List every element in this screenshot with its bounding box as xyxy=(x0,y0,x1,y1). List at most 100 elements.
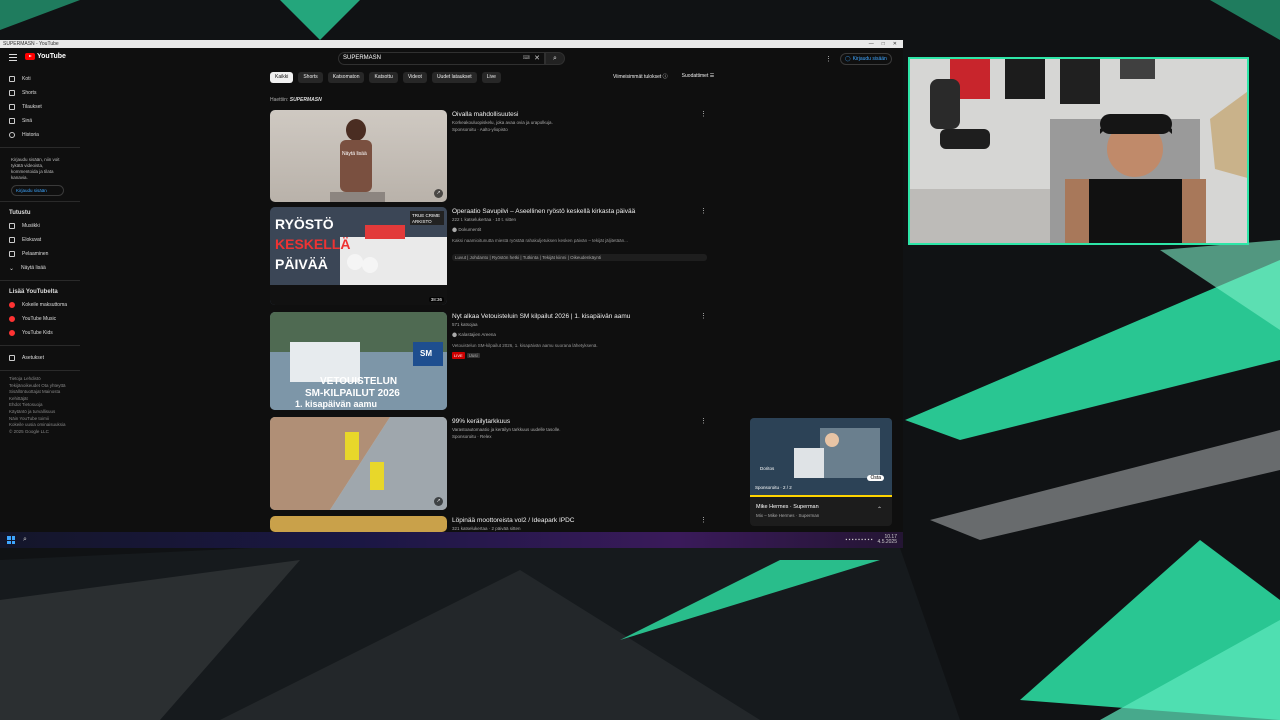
chip-all[interactable]: Kaikki xyxy=(270,72,294,83)
sidebar-item-premium[interactable]: Kokeile maksuttoma xyxy=(0,298,80,312)
footer-line[interactable]: Sisällöntuottajat Mainosta xyxy=(9,389,80,396)
footer-line[interactable]: Tietoja Lehdistö xyxy=(9,376,80,383)
video-thumbnail[interactable]: ↗ xyxy=(270,417,447,510)
footer-line[interactable]: Näin YouTube toimii xyxy=(9,416,80,423)
youtube-masthead: YouTube SUPERMASN ⌨ ✕ ⌕ ⋮ ◯ Kirjaudu sis… xyxy=(0,48,903,70)
video-title[interactable]: Oivalla mahdollisuutesi xyxy=(452,110,707,119)
footer-line[interactable]: Käytäntö ja turvallisuus xyxy=(9,409,80,416)
youtube-logo[interactable]: YouTube xyxy=(25,53,66,60)
expand-icon[interactable]: ⌃ xyxy=(877,506,882,513)
show-more-overlay[interactable]: Näytä lisää xyxy=(342,151,367,157)
sidebar-sign-in-button[interactable]: Kirjaudu sisään xyxy=(11,185,64,196)
video-title[interactable]: Operaatio Savupilvi – Aseellinen ryöstö … xyxy=(452,207,707,216)
copyright: © 2025 Google LLC xyxy=(9,428,49,434)
video-meta: Sponsoroitu · Aalto-yliopisto xyxy=(452,127,508,132)
thumbnail-art: RYÖSTÖ KESKELLÄ PÄIVÄÄ TRUE CRIMEARKISTO xyxy=(270,207,447,305)
channel-name: Dokumentit xyxy=(458,227,482,232)
sidebar-item-music[interactable]: Musiikki xyxy=(0,219,80,233)
chip-live[interactable]: Live xyxy=(481,72,501,83)
start-icon[interactable] xyxy=(7,536,15,544)
video-thumbnail[interactable]: RYÖSTÖ KESKELLÄ PÄIVÄÄ TRUE CRIME ARKISTO 38… xyxy=(270,207,447,305)
video-meta: 321 katselukertaa · 2 päivää sitten xyxy=(452,526,521,531)
video-description: Kaksi naamioitunutta miestä ryöstää raha… xyxy=(452,238,628,243)
svg-text:VETOUISTELUN: VETOUISTELUN xyxy=(320,376,397,387)
more-options-icon[interactable]: ⋮ xyxy=(700,417,707,425)
sidebar-item-gaming[interactable]: Pelaaminen xyxy=(0,247,80,261)
channel-avatar-icon: ⬤ xyxy=(452,332,458,337)
sidebar-item-label: YouTube Kids xyxy=(22,330,53,336)
minimize-button[interactable]: — xyxy=(869,40,874,48)
footer-line[interactable]: Kokeile uusia ominaisuuksia xyxy=(9,422,80,429)
maximize-button[interactable]: □ xyxy=(882,40,885,48)
result-item[interactable]: Löpinää moottoreista vol2 / Ideapark IPD… xyxy=(270,516,710,532)
keyboard-icon[interactable]: ⌨ xyxy=(523,53,530,64)
more-options-icon[interactable]: ⋮ xyxy=(700,516,707,524)
video-thumbnail[interactable]: Näytä lisää ↗ xyxy=(270,110,447,202)
sidebar-item-show-more[interactable]: ⌄ Näytä lisää xyxy=(0,261,80,275)
footer-line[interactable]: Kehittäjät xyxy=(9,396,80,403)
sidebar-item-films[interactable]: Elokuvat xyxy=(0,233,80,247)
browser-window: SUPERMASN - YouTube — □ ✕ YouTube SUPERM… xyxy=(0,40,903,548)
chip-unwatched[interactable]: Katsomaton xyxy=(327,72,365,83)
footer-line[interactable]: Ehdot Tietosuoja xyxy=(9,402,80,409)
result-item[interactable]: Näytä lisää ↗ Oivalla mahdollisuutesi Ko… xyxy=(270,110,710,202)
youtube-kids-icon xyxy=(9,330,15,336)
filters-bar: Viimeisimmät tulokset ⓘ Suodattimet ☰ xyxy=(613,73,714,80)
chip-videos[interactable]: Videot xyxy=(402,72,427,83)
close-icon[interactable]: ✕ xyxy=(534,53,540,64)
filters-button[interactable]: Suodattimet ☰ xyxy=(682,73,715,80)
more-options-icon[interactable]: ⋮ xyxy=(825,55,832,63)
channel-row[interactable]: ⬤ Dokumentit xyxy=(452,226,707,233)
close-window-button[interactable]: ✕ xyxy=(893,40,897,48)
sidebar-item-history[interactable]: Historia xyxy=(0,128,80,142)
video-thumbnail[interactable]: SM VETOUISTELUN SM-KILPAILUT 2026 1. kisapä… xyxy=(270,312,447,410)
tray-icons[interactable]: ▪ ▪ ▪ ▪ ▪ ▪ ▪ ▪ ▪ xyxy=(845,537,872,543)
sidebar-item-label: Sinä xyxy=(22,118,33,124)
sidebar-item-shorts[interactable]: Shorts xyxy=(0,86,80,100)
more-options-icon[interactable]: ⋮ xyxy=(700,110,707,118)
more-options-icon[interactable]: ⋮ xyxy=(700,207,707,215)
video-thumbnail[interactable] xyxy=(270,516,447,532)
youtube-music-icon xyxy=(9,316,15,322)
video-title[interactable]: Nyt alkaa Vetouisteluin SM kilpailut 202… xyxy=(452,312,707,321)
home-icon xyxy=(9,76,15,82)
channel-name: Kalastajien Areena xyxy=(458,332,496,337)
menu-icon[interactable] xyxy=(9,54,17,61)
divider xyxy=(0,370,80,371)
video-title[interactable]: Löpinää moottoreista vol2 / Ideapark IPD… xyxy=(452,516,707,525)
chip-shorts[interactable]: Shorts xyxy=(298,72,323,83)
sign-in-button[interactable]: ◯ Kirjaudu sisään xyxy=(840,53,892,65)
search-icon[interactable]: ⌕ xyxy=(23,536,27,544)
result-item[interactable]: RYÖSTÖ KESKELLÄ PÄIVÄÄ TRUE CRIME ARKISTO 38… xyxy=(270,207,710,305)
sidebar-item-you[interactable]: Sinä xyxy=(0,114,80,128)
result-item[interactable]: SM VETOUISTELUN SM-KILPAILUT 2026 1. kisapä… xyxy=(270,312,710,410)
recent-results-toggle[interactable]: Viimeisimmät tulokset ⓘ xyxy=(613,73,668,80)
channel-row[interactable]: ⬤ Kalastajien Areena xyxy=(452,331,707,338)
search-input[interactable]: SUPERMASN ⌨ ✕ xyxy=(338,52,545,65)
result-item[interactable]: ↗ 99% keräilytarkkuus Varastoautomaatio … xyxy=(270,417,710,510)
clock[interactable]: 10.17 4.5.2025 xyxy=(878,535,897,545)
search-button[interactable]: ⌕ xyxy=(545,52,565,65)
sidebar-item-kids[interactable]: YouTube Kids xyxy=(0,326,80,340)
chapters-strip[interactable]: Luvut | Johdanto | Ryöstön hetki | Tutki… xyxy=(452,254,707,261)
ad-cta-button[interactable]: Osta xyxy=(867,475,884,481)
svg-text:PÄIVÄÄ: PÄIVÄÄ xyxy=(275,256,328,272)
sidebar-item-label: Shorts xyxy=(22,90,37,96)
video-title[interactable]: 99% keräilytarkkuus xyxy=(452,417,707,426)
clock-date: 4.5.2025 xyxy=(877,539,897,545)
history-icon xyxy=(9,132,15,138)
chip-recent[interactable]: Uudet lataukset xyxy=(431,72,477,83)
sidebar-item-music-app[interactable]: YouTube Music xyxy=(0,312,80,326)
svg-text:ARKISTO: ARKISTO xyxy=(412,219,432,224)
sidebar-item-label: Historia xyxy=(22,132,39,138)
sidebar-item-subscriptions[interactable]: Tilaukset xyxy=(0,100,80,114)
sidebar-item-label: Kokeile maksuttoma xyxy=(22,302,68,308)
sidebar-item-home[interactable]: Koti xyxy=(0,72,80,86)
more-options-icon[interactable]: ⋮ xyxy=(700,312,707,320)
chip-watched[interactable]: Katsottu xyxy=(369,72,398,83)
miniplayer[interactable]: Doritos Sponsoroitu · 2 / 2 Osta Mike He… xyxy=(750,418,892,526)
result-info: Nyt alkaa Vetouisteluin SM kilpailut 202… xyxy=(452,312,707,359)
result-info: 99% keräilytarkkuus Varastoautomaatio ja… xyxy=(452,417,707,440)
footer-line[interactable]: Tekijänoikeudet Ota yhteyttä xyxy=(9,383,80,390)
sidebar-item-settings[interactable]: Asetukset xyxy=(0,351,80,365)
